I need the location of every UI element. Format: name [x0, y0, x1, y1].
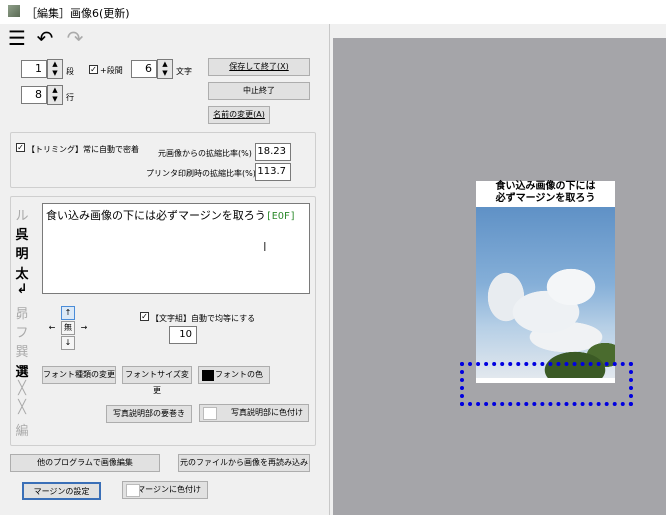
- columns-label: 段: [66, 67, 74, 76]
- plus-columns-checkbox[interactable]: ✓: [89, 65, 98, 74]
- window-title: ［編集］画像6(更新): [26, 7, 130, 20]
- font-glyph-6[interactable]: フ: [12, 322, 32, 341]
- caption-position-button[interactable]: 写真説明部の要巻き: [106, 405, 192, 423]
- font-glyph-2[interactable]: 明: [12, 243, 32, 262]
- cancel-exit-button[interactable]: 中止終了: [208, 82, 310, 100]
- preview-caption: 食い込み画像の下には 必ずマージンを取ろう: [476, 181, 615, 205]
- caption-text: 食い込み画像の下には必ずマージンを取ろう: [46, 209, 266, 222]
- arrow-up-button[interactable]: ↑: [61, 306, 75, 320]
- rows-label: 行: [66, 93, 74, 102]
- font-size-button[interactable]: フォントサイズ変更: [122, 366, 192, 395]
- save-exit-button[interactable]: 保存して終了(X): [208, 58, 310, 76]
- font-color-button[interactable]: フォントの色: [198, 366, 270, 384]
- chars-input[interactable]: 6: [131, 60, 157, 78]
- menu-icon[interactable]: ☰: [6, 26, 28, 50]
- caption-color-button[interactable]: 写真説明部に色付け: [199, 404, 309, 422]
- preview-caption-line1: 食い込み画像の下には: [495, 181, 596, 192]
- font-glyph-7[interactable]: 巽: [12, 341, 32, 360]
- columns-input[interactable]: 1: [21, 60, 47, 78]
- font-type-button[interactable]: フォント種類の変更: [42, 366, 116, 384]
- rows-input[interactable]: 8: [21, 86, 47, 104]
- caption-color-label: 写真説明部に色付け: [231, 408, 303, 417]
- margin-color-label: マージンに色付け: [137, 485, 201, 494]
- return-icon[interactable]: ↲: [12, 282, 32, 297]
- margin-setting-button[interactable]: マージンの設定: [22, 482, 101, 500]
- trimming-label: 【トリミング】常に自動で密着: [27, 145, 139, 154]
- font-glyph-5[interactable]: 昴: [12, 303, 32, 322]
- margin-highlight: [460, 362, 633, 406]
- chars-spinner[interactable]: ▲ ▼: [157, 59, 173, 79]
- rename-button[interactable]: 名前の変更(A): [208, 106, 270, 124]
- font-color-label: フォントの色: [215, 370, 263, 379]
- scale-label: 元画像からの拡縮比率(%): [158, 149, 252, 158]
- font-glyph-1[interactable]: 呉: [12, 224, 32, 243]
- font-color-swatch: [202, 370, 214, 381]
- margin-color-swatch: [126, 484, 140, 497]
- plus-columns-label: +段間: [100, 66, 123, 75]
- scale-value: 18.23: [255, 143, 291, 161]
- font-glyph-0[interactable]: ル: [12, 205, 32, 224]
- caption-textarea[interactable]: 食い込み画像の下には必ずマージンを取ろう[EOF]: [42, 203, 310, 294]
- preview-caption-line2: 必ずマージンを取ろう: [495, 193, 596, 204]
- title-bar: ［編集］画像6(更新): [0, 0, 666, 24]
- trimming-checkbox[interactable]: ✓: [16, 143, 25, 152]
- edit-glyph[interactable]: 編: [12, 420, 32, 439]
- redo-icon[interactable]: ↷: [64, 26, 86, 50]
- reload-image-button[interactable]: 元のファイルから画像を再読み込み: [178, 454, 310, 472]
- equalize-checkbox[interactable]: ✓: [140, 312, 149, 321]
- equalize-label: 【文字組】自動で均等にする: [151, 314, 256, 323]
- arrow-center-button[interactable]: 無: [61, 321, 75, 335]
- cross-icon[interactable]: ╳: [12, 381, 32, 396]
- print-scale-label: プリンタ印刷時の拡縮比率(%): [146, 169, 256, 178]
- app-icon: [8, 5, 20, 17]
- arrow-down-button[interactable]: ↓: [61, 336, 75, 350]
- margin-color-button[interactable]: マージンに色付け: [122, 481, 208, 499]
- arrow-left-button[interactable]: ←: [45, 321, 59, 335]
- edit-other-program-button[interactable]: 他のプログラムで画像編集: [10, 454, 160, 472]
- caption-color-swatch: [203, 407, 217, 420]
- cross-icon-2[interactable]: ╳: [12, 400, 32, 415]
- equalize-value[interactable]: 10: [169, 326, 197, 344]
- rows-spinner[interactable]: ▲ ▼: [47, 85, 63, 105]
- undo-icon[interactable]: ↶: [34, 26, 56, 50]
- text-cursor-icon: I: [263, 240, 267, 254]
- arrow-right-button[interactable]: →: [77, 321, 91, 335]
- columns-spinner[interactable]: ▲ ▼: [47, 59, 63, 79]
- print-scale-value: 113.7: [255, 163, 291, 181]
- chars-label: 文字: [176, 67, 192, 76]
- select-glyph[interactable]: 選: [12, 361, 32, 380]
- font-glyph-3[interactable]: 太: [12, 263, 32, 282]
- eof-marker: [EOF]: [265, 211, 296, 222]
